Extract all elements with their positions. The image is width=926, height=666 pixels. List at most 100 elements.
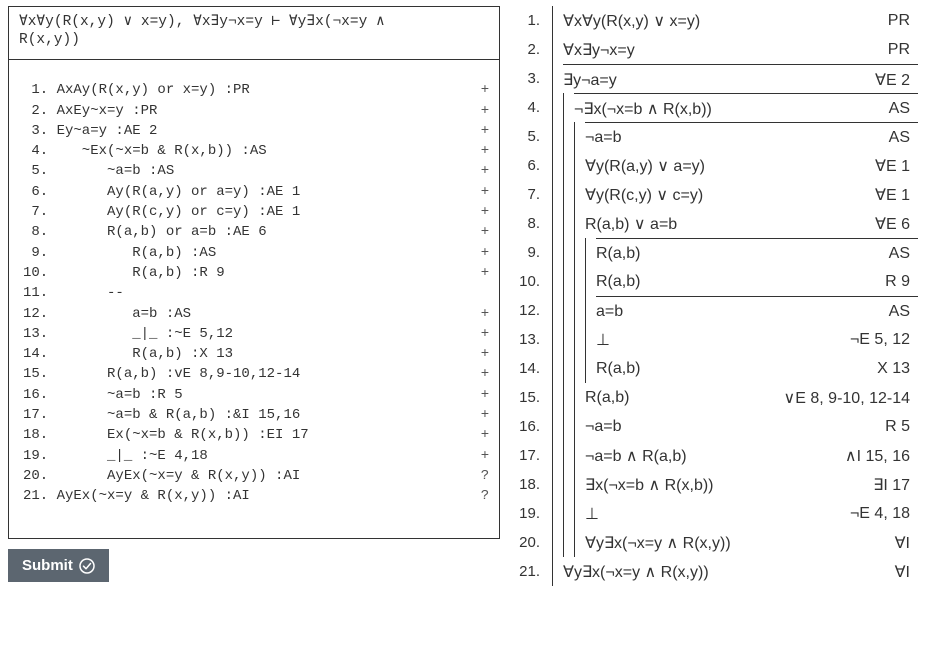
editor-line[interactable]: 18. Ex(~x=b & R(x,b)) :EI 17 xyxy=(23,425,471,445)
editor-line[interactable]: 4. ~Ex(~x=b & R(x,b)) :AS xyxy=(23,141,471,161)
editor-line[interactable]: 3. Ey~a=y :AE 2 xyxy=(23,121,471,141)
proof-justification: AS xyxy=(883,303,910,321)
proof-editor[interactable]: 1. AxAy(R(x,y) or x=y) :PR 2. AxEy~x=y :… xyxy=(8,59,500,539)
editor-line[interactable]: 9. R(a,b) :AS xyxy=(23,243,471,263)
proof-row: 21.∀y∃x(¬x=y ∧ R(x,y))∀I xyxy=(510,557,918,586)
proof-formula: ∃x(¬x=b ∧ R(x,b)) xyxy=(585,475,714,495)
depth-bar xyxy=(574,383,575,412)
editor-line[interactable]: 20. AyEx(~x=y & R(x,y)) :AI xyxy=(23,466,471,486)
gutter-ok-icon: + xyxy=(481,324,489,344)
depth-bar xyxy=(552,151,553,180)
proof-line-number: 21. xyxy=(510,557,546,586)
editor-line[interactable]: 11. -- xyxy=(23,283,471,303)
proof-line-number: 20. xyxy=(510,528,546,557)
editor-line[interactable]: 5. ~a=b :AS xyxy=(23,161,471,181)
gutter-ok-icon: + xyxy=(481,364,489,384)
proof-row: 12. a=bAS xyxy=(510,296,918,325)
depth-bar xyxy=(552,441,553,470)
gutter-ok-icon: + xyxy=(481,161,489,181)
proof-justification: ∀E 2 xyxy=(869,70,910,90)
depth-bar xyxy=(563,325,564,354)
proof-depth-bars xyxy=(546,180,585,209)
proof-row: 9.R(a,b)AS xyxy=(510,238,918,267)
depth-bar xyxy=(552,180,553,209)
proof-content: ∀x∀y(R(x,y) ∨ x=y)PR xyxy=(563,6,918,35)
depth-bar xyxy=(563,122,564,151)
rendered-proof: 1.∀x∀y(R(x,y) ∨ x=y)PR2.∀x∃y¬x=yPR3.∃y¬a… xyxy=(510,6,918,586)
submit-button[interactable]: Submit xyxy=(8,549,109,582)
proof-content: ∀y(R(a,y) ∨ a=y)∀E 1 xyxy=(585,151,918,180)
proof-content: a=bAS xyxy=(596,296,918,325)
gutter-ok-icon: + xyxy=(481,425,489,445)
editor-line[interactable]: 13. _|_ :~E 5,12 xyxy=(23,324,471,344)
proof-row: 10.R(a,b)R 9 xyxy=(510,267,918,296)
left-column: ∀x∀y(R(x,y) ∨ x=y), ∀x∃y¬x=y ⊢ ∀y∃x(¬x=y… xyxy=(8,6,500,660)
proof-justification: R 5 xyxy=(879,418,910,436)
proof-justification: AS xyxy=(883,129,910,147)
proof-justification: ∨E 8, 9-10, 12-14 xyxy=(778,388,910,408)
proof-row: 19.⊥¬E 4, 18 xyxy=(510,499,918,528)
proof-line-number: 10. xyxy=(510,267,546,296)
proof-formula: ∃y¬a=y xyxy=(563,70,617,90)
proof-formula: R(a,b) xyxy=(596,273,640,291)
proof-depth-bars xyxy=(546,35,563,64)
depth-bar xyxy=(585,325,586,354)
editor-line[interactable]: 10. R(a,b) :R 9 xyxy=(23,263,471,283)
proof-justification: ∧I 15, 16 xyxy=(839,446,910,466)
proof-depth-bars xyxy=(546,93,574,122)
proof-content: R(a,b) ∨ a=b∀E 6 xyxy=(585,209,918,238)
proof-row: 7.∀y(R(c,y) ∨ c=y)∀E 1 xyxy=(510,180,918,209)
proof-depth-bars xyxy=(546,6,563,35)
proof-formula: ¬a=b ∧ R(a,b) xyxy=(585,446,687,466)
proof-line-number: 5. xyxy=(510,122,546,151)
editor-line[interactable]: 6. Ay(R(a,y) or a=y) :AE 1 xyxy=(23,182,471,202)
depth-bar xyxy=(585,354,586,383)
proof-formula: ∀y(R(a,y) ∨ a=y) xyxy=(585,156,705,176)
editor-line[interactable]: 19. _|_ :~E 4,18 xyxy=(23,446,471,466)
editor-line[interactable]: 2. AxEy~x=y :PR xyxy=(23,101,471,121)
editor-line[interactable]: 16. ~a=b :R 5 xyxy=(23,385,471,405)
proof-formula: ¬∃x(¬x=b ∧ R(x,b)) xyxy=(574,99,712,119)
editor-line[interactable]: 12. a=b :AS xyxy=(23,304,471,324)
editor-line[interactable]: 21. AyEx(~x=y & R(x,y)) :AI xyxy=(23,486,471,506)
editor-line[interactable]: 17. ~a=b & R(a,b) :&I 15,16 xyxy=(23,405,471,425)
proof-line-number: 1. xyxy=(510,6,546,35)
proof-line-number: 13. xyxy=(510,325,546,354)
proof-row: 17.¬a=b ∧ R(a,b)∧I 15, 16 xyxy=(510,441,918,470)
depth-bar xyxy=(574,267,575,296)
check-icon xyxy=(79,558,95,574)
proof-line-number: 15. xyxy=(510,383,546,412)
depth-bar xyxy=(552,122,553,151)
depth-bar xyxy=(563,470,564,499)
depth-bar xyxy=(552,93,553,122)
editor-line[interactable]: 14. R(a,b) :X 13 xyxy=(23,344,471,364)
proof-formula: ∀x∃y¬x=y xyxy=(563,40,635,60)
proof-content: ∀y∃x(¬x=y ∧ R(x,y))∀I xyxy=(585,528,918,557)
editor-lines[interactable]: 1. AxAy(R(x,y) or x=y) :PR 2. AxEy~x=y :… xyxy=(23,80,471,528)
depth-bar xyxy=(574,325,575,354)
proof-depth-bars xyxy=(546,354,596,383)
depth-bar xyxy=(563,528,564,557)
proof-justification: PR xyxy=(882,12,910,30)
proof-row: 1. ∀x∀y(R(x,y) ∨ x=y)PR xyxy=(510,6,918,35)
proof-depth-bars xyxy=(546,209,585,238)
gutter-warn-icon: ? xyxy=(481,486,489,506)
editor-line[interactable]: 15. R(a,b) :vE 8,9-10,12-14 xyxy=(23,364,471,384)
proof-line-number: 9. xyxy=(510,238,546,267)
depth-bar xyxy=(574,296,575,325)
proof-line-number: 12. xyxy=(510,296,546,325)
gutter-ok-icon: + xyxy=(481,121,489,141)
depth-bar xyxy=(552,499,553,528)
editor-line[interactable]: 8. R(a,b) or a=b :AE 6 xyxy=(23,222,471,242)
gutter-ok-icon: + xyxy=(481,446,489,466)
proof-content: ∀x∃y¬x=yPR xyxy=(563,35,918,64)
editor-line[interactable]: 7. Ay(R(c,y) or c=y) :AE 1 xyxy=(23,202,471,222)
depth-bar xyxy=(552,296,553,325)
proof-row: 14.R(a,b)X 13 xyxy=(510,354,918,383)
gutter-ok-icon: + xyxy=(481,263,489,283)
depth-bar xyxy=(563,499,564,528)
proof-content: ⊥¬E 4, 18 xyxy=(585,499,918,528)
editor-line[interactable]: 1. AxAy(R(x,y) or x=y) :PR xyxy=(23,80,471,100)
proof-row: 20. ∀y∃x(¬x=y ∧ R(x,y))∀I xyxy=(510,528,918,557)
submit-button-label: Submit xyxy=(22,557,73,574)
